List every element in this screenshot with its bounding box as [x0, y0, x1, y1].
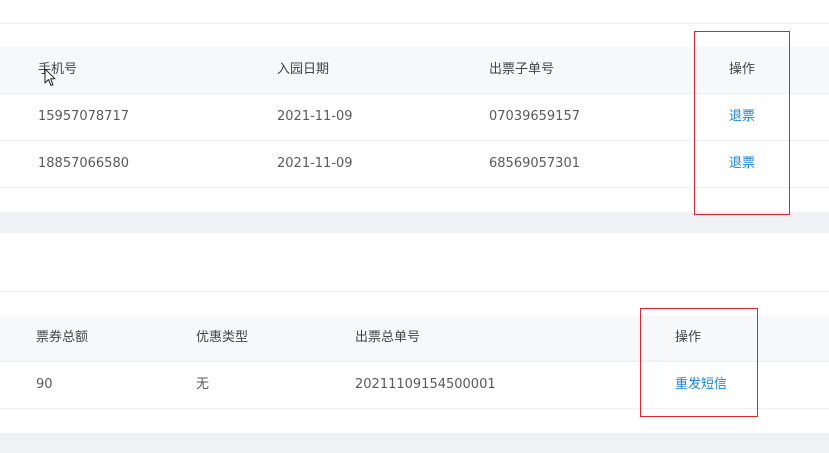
- table2-header-order: 出票总单号: [355, 330, 421, 345]
- table1-header-sub-order: 出票子单号: [489, 62, 555, 77]
- section-gap: [0, 212, 829, 233]
- action-column-highlight: [694, 31, 790, 215]
- phone-cell: 18857066580: [38, 156, 129, 171]
- table2-header-discount: 优惠类型: [196, 330, 249, 345]
- top-divider: [0, 23, 829, 24]
- table1-header-date: 入园日期: [277, 62, 330, 77]
- section-divider: [0, 291, 829, 292]
- table2-header-total: 票券总额: [36, 330, 89, 345]
- date-cell: 2021-11-09: [277, 109, 353, 124]
- order-cell: 20211109154500001: [355, 377, 496, 392]
- total-cell: 90: [36, 377, 53, 392]
- mouse-cursor-icon: [44, 68, 56, 86]
- section-gap: [0, 433, 829, 453]
- sub-order-cell: 68569057301: [489, 156, 580, 171]
- phone-cell: 15957078717: [38, 109, 129, 124]
- discount-cell: 无: [196, 377, 210, 392]
- sub-order-cell: 07039659157: [489, 109, 580, 124]
- action-column-highlight: [640, 308, 758, 417]
- date-cell: 2021-11-09: [277, 156, 353, 171]
